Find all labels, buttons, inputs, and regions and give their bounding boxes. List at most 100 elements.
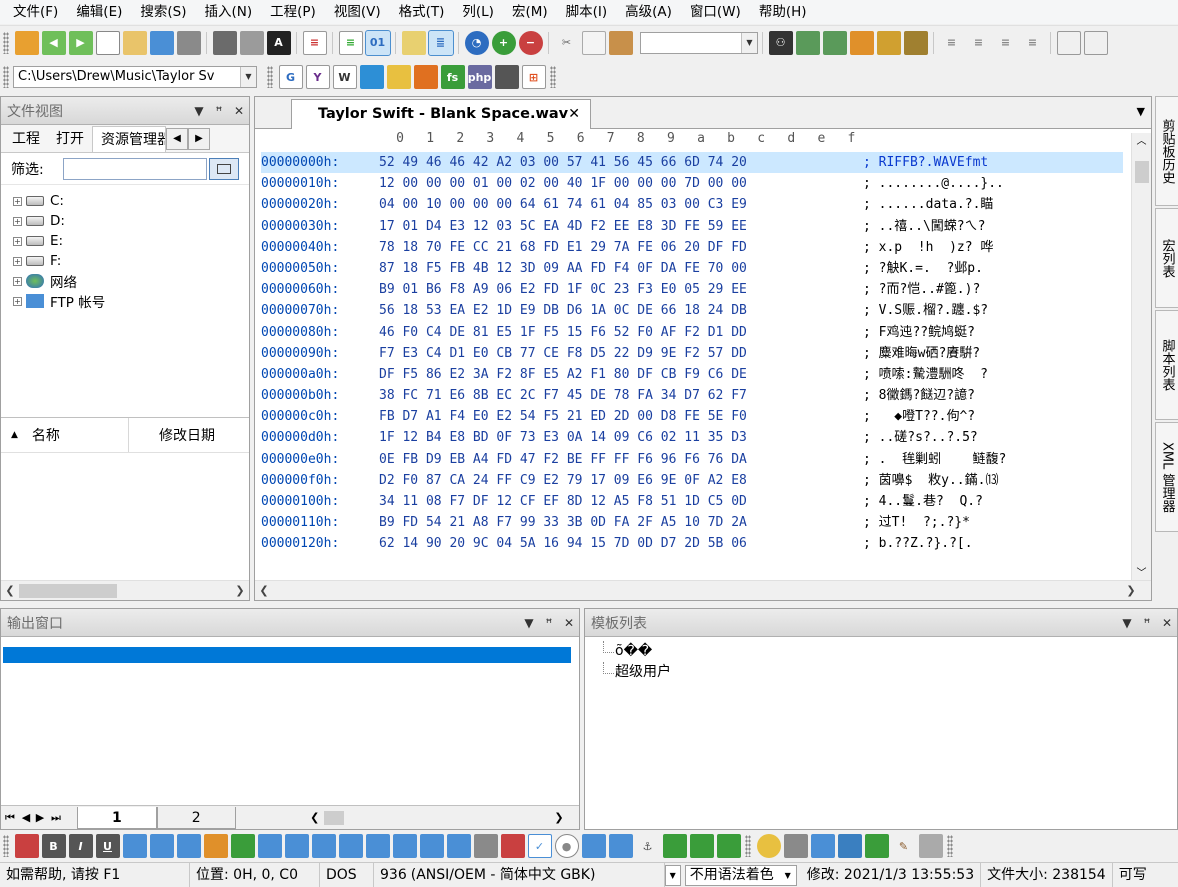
hex-offset[interactable]: 000000e0h: (261, 449, 379, 470)
tree-item[interactable]: + F: (1, 251, 249, 271)
expand-icon[interactable]: + (13, 256, 22, 266)
editor-hscrollbar[interactable]: ❮ ❯ (255, 580, 1151, 600)
split-vertical-icon[interactable] (1083, 30, 1108, 55)
expand-icon[interactable]: + (13, 236, 22, 246)
list-icon[interactable]: ≡ (338, 30, 363, 55)
hex-row[interactable]: 00000050h: 87 18 F5 FB 4B 12 3D 09 AA FD … (261, 258, 1123, 279)
chevron-down-icon[interactable]: ▼ (741, 32, 757, 53)
toolbar-grip[interactable] (267, 66, 273, 88)
hex-ascii[interactable]: ; RIFFB?.WAVEfmt (863, 152, 988, 173)
replace-in-files-icon[interactable] (903, 30, 928, 55)
hex-ascii[interactable]: ; ◆噔T??.佝^? (863, 406, 975, 427)
hex-ascii[interactable]: ; ..磋?s?..?.5? (863, 427, 978, 448)
scroll-left-icon[interactable]: ❮ (1, 584, 19, 597)
tab-xml-manager[interactable]: XML 管理器 (1155, 422, 1178, 532)
hex-ascii[interactable]: ; x.p !h )z? 哗 (863, 237, 993, 258)
hex-offset[interactable]: 000000f0h: (261, 470, 379, 491)
scroll-thumb[interactable] (323, 810, 344, 825)
hex-bytes[interactable]: 62 14 90 20 9C 04 5A 16 94 15 7D 0D D7 2… (379, 533, 863, 554)
html-validate-icon[interactable] (662, 834, 687, 858)
hex-ascii[interactable]: ; 8黴鎷?餸辺?譩? (863, 385, 975, 406)
prev-page-icon[interactable]: ◀ (19, 811, 33, 824)
tab-project[interactable]: 工程 (4, 126, 48, 152)
hex-offset[interactable]: 00000020h: (261, 194, 379, 215)
hex-bytes[interactable]: DF F5 86 E2 3A F2 8F E5 A2 F1 80 DF CB F… (379, 364, 863, 385)
scroll-right-icon[interactable]: ❯ (231, 584, 249, 597)
search-combo[interactable]: ▼ (640, 31, 758, 54)
scroll-left-icon[interactable]: ❮ (306, 811, 324, 824)
scroll-right-icon[interactable]: ❯ (539, 811, 579, 824)
justify-icon[interactable]: ≡ (1021, 31, 1045, 55)
align-center-icon[interactable]: ≡ (967, 31, 991, 55)
template-item[interactable]: 超级用户 (585, 662, 1177, 683)
hex-row[interactable]: 00000040h: 78 18 70 FE CC 21 68 FD E1 29 … (261, 237, 1123, 258)
yahoo-icon[interactable]: Y (305, 65, 330, 89)
filter-input[interactable] (63, 157, 207, 180)
hex-row[interactable]: 000000c0h: FB D7 A1 F4 E0 E2 54 F5 21 ED … (261, 406, 1123, 427)
find-next-icon[interactable] (795, 30, 820, 55)
menu-script[interactable]: 脚本(I) (557, 0, 617, 24)
hex-offset[interactable]: 00000070h: (261, 300, 379, 321)
hex-mode-icon[interactable]: 01 (364, 29, 391, 56)
hex-offset[interactable]: 00000100h: (261, 491, 379, 512)
hex-ascii[interactable]: ; b.??Z.?}.?[. (863, 533, 973, 554)
align-right-icon[interactable]: ≡ (994, 31, 1018, 55)
table-col-icon[interactable] (176, 834, 201, 858)
hex-row[interactable]: 000000d0h: 1F 12 B4 E8 BD 0F 73 E3 0A 14 … (261, 427, 1123, 448)
font-icon[interactable]: A (266, 30, 291, 55)
html-link-icon[interactable] (419, 834, 444, 858)
close-icon[interactable]: ✕ (229, 104, 249, 118)
toolbar-grip[interactable] (3, 31, 9, 54)
close-tab-icon[interactable]: ✕ (568, 100, 580, 128)
panel-menu-icon[interactable]: ▼ (189, 104, 209, 118)
tree-item[interactable]: + FTP 帐号 (1, 291, 249, 311)
toolbar-grip[interactable] (745, 835, 751, 857)
hex-bytes[interactable]: 38 FC 71 E6 8B EC 2C F7 45 DE 78 FA 34 D… (379, 385, 863, 406)
windows-icon[interactable]: ⊞ (521, 65, 546, 89)
hex-bytes[interactable]: 87 18 F5 FB 4B 12 3D 09 AA FD F4 0F DA F… (379, 258, 863, 279)
hex-ascii[interactable]: ; 喷嗦:驇澧駲咚 ? (863, 364, 988, 385)
hex-ascii[interactable]: ; F鸡迍??鲩鸠蜓? (863, 322, 975, 343)
pin-icon[interactable]: ꟸ (1137, 616, 1157, 630)
hex-ascii[interactable]: ; . 毪剿蚓 鲢馥? (863, 449, 1006, 470)
html-button-icon[interactable] (500, 834, 525, 858)
path-combo[interactable]: C:\Users\Drew\Music\Taylor Sv ▼ (13, 66, 257, 88)
hex-offset[interactable]: 00000060h: (261, 279, 379, 300)
hex-row[interactable]: 00000100h: 34 11 08 F7 DF 12 CF EF 8D 12 … (261, 491, 1123, 512)
hex-bytes[interactable]: 04 00 10 00 00 00 64 61 74 61 04 85 03 0… (379, 194, 863, 215)
hex-offset[interactable]: 00000030h: (261, 216, 379, 237)
table-row-icon[interactable] (149, 834, 174, 858)
toolbar-grip[interactable] (550, 66, 556, 88)
hex-bytes[interactable]: B9 FD 54 21 A8 F7 99 33 3B 0D FA 2F A5 1… (379, 512, 863, 533)
italic-icon[interactable]: I (68, 834, 93, 858)
hex-row[interactable]: 000000b0h: 38 FC 71 E6 8B EC 2C F7 45 DE … (261, 385, 1123, 406)
left-hscrollbar[interactable]: ❮ ❯ (1, 580, 249, 600)
hex-ascii[interactable]: ; 麋难晦w硒?賡騈? (863, 343, 980, 364)
document-tab[interactable]: Taylor Swift - Blank Space.wav ✕ (291, 99, 591, 129)
html-input-icon[interactable] (473, 834, 498, 858)
save-icon[interactable] (176, 30, 201, 55)
expand-icon[interactable]: + (13, 216, 22, 226)
tree-item[interactable]: + 网络 (1, 271, 249, 291)
column-name[interactable]: ▲ 名称 (1, 418, 129, 452)
column-mode-icon[interactable] (401, 30, 426, 55)
expand-icon[interactable]: + (13, 196, 22, 206)
hex-row[interactable]: 000000e0h: 0E FB D9 EB A4 FD 47 F2 BE FF … (261, 449, 1123, 470)
first-page-icon[interactable]: ⏮ (1, 811, 19, 825)
document-search-icon[interactable] (810, 834, 835, 858)
paste-icon[interactable] (608, 30, 633, 55)
hex-offset[interactable]: 00000120h: (261, 533, 379, 554)
hex-offset[interactable]: 000000b0h: (261, 385, 379, 406)
hex-row[interactable]: 000000a0h: DF F5 86 E2 3A F2 8F E5 A2 F1 … (261, 364, 1123, 385)
tree-item[interactable]: + D: (1, 211, 249, 231)
hex-bytes[interactable]: 12 00 00 00 01 00 02 00 40 1F 00 00 00 7… (379, 173, 863, 194)
hex-ascii[interactable]: ; 4..鬘.巷? Q.? (863, 491, 983, 512)
hex-offset[interactable]: 00000010h: (261, 173, 379, 194)
panel-menu-icon[interactable]: ▼ (519, 616, 539, 630)
hex-bytes[interactable]: 56 18 53 EA E2 1D E9 DB D6 1A 0C DE 66 1… (379, 300, 863, 321)
document-stats-icon[interactable] (783, 834, 808, 858)
browser-icon[interactable] (837, 834, 862, 858)
close-icon[interactable]: ✕ (1157, 616, 1177, 630)
bold-icon[interactable]: B (41, 834, 66, 858)
hex-bytes[interactable]: F7 E3 C4 D1 E0 CB 77 CE F8 D5 22 D9 9E F… (379, 343, 863, 364)
